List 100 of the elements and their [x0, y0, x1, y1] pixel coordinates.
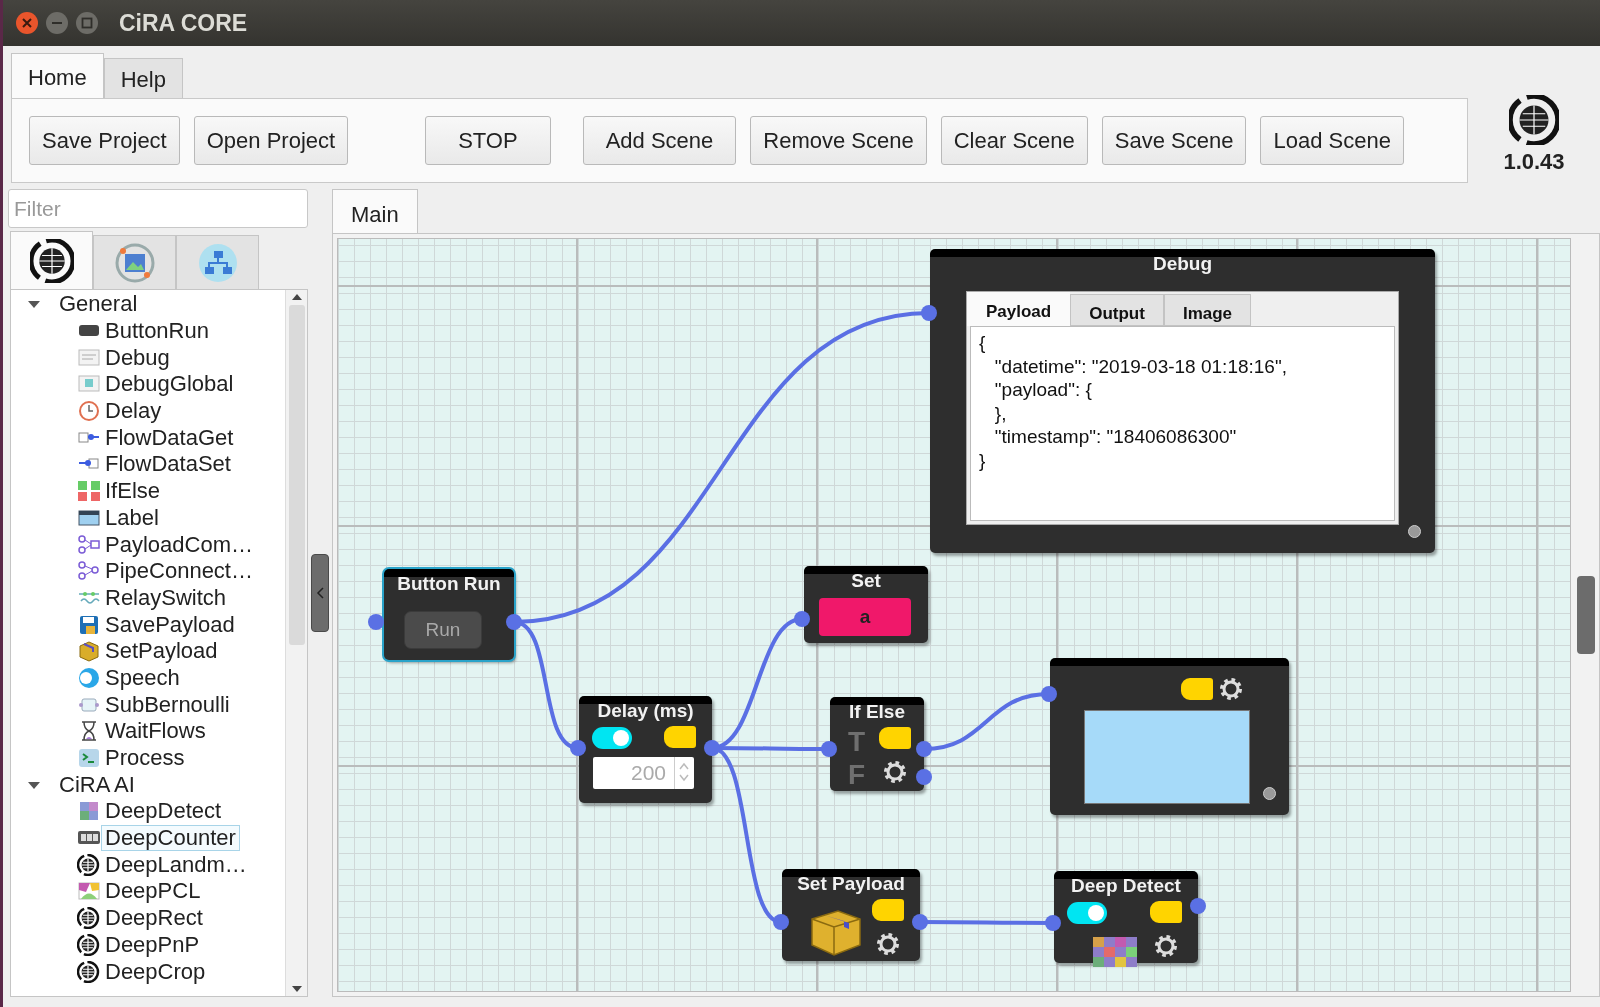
resize-handle[interactable] — [1263, 787, 1276, 800]
tree-item[interactable]: DeepCounter — [101, 825, 240, 852]
toolbar-button[interactable]: Open Project — [193, 116, 349, 165]
tree-item[interactable]: RelaySwitch — [101, 584, 231, 611]
scroll-handle[interactable] — [1577, 576, 1595, 654]
scroll-down-icon[interactable] — [290, 985, 303, 993]
connector-dot[interactable] — [916, 769, 932, 785]
connector-dot[interactable] — [368, 614, 384, 630]
toolbar-button[interactable]: Add Scene — [582, 116, 737, 165]
tree-item[interactable]: FlowDataSet — [101, 451, 235, 478]
tree-item[interactable]: SavePayload — [101, 611, 239, 638]
connector-dot[interactable] — [570, 740, 586, 756]
tree-item[interactable]: PayloadCom… — [101, 531, 257, 558]
chevron-icon — [316, 587, 324, 599]
node-title: Debug — [1151, 252, 1214, 276]
tag-icon — [879, 727, 911, 749]
connector-dot[interactable] — [916, 741, 932, 757]
minimize-icon[interactable] — [45, 11, 69, 35]
tree-item[interactable]: Process — [101, 745, 189, 772]
connector-dot[interactable] — [506, 614, 522, 630]
settings-icon[interactable] — [1153, 933, 1179, 959]
tree-item[interactable]: Delay — [101, 398, 166, 425]
tree-item[interactable]: DeepDetect — [101, 798, 226, 825]
tree-item[interactable]: Speech — [101, 664, 184, 691]
menu-tab[interactable]: Home — [11, 53, 104, 98]
scrollbar[interactable] — [285, 290, 307, 996]
version-label: 1.0.43 — [1503, 147, 1565, 176]
flow-node[interactable]: Set Payload — [782, 869, 920, 961]
toolbar-button[interactable]: Load Scene — [1260, 116, 1404, 165]
toolbar-button[interactable]: Clear Scene — [940, 116, 1088, 165]
tree-item[interactable]: FlowDataGet — [101, 424, 238, 451]
nodes-icon — [77, 533, 101, 556]
value-field[interactable]: a — [819, 598, 911, 636]
flow-node[interactable]: Debug Payload Output Image { "datetime": "2019-03-18 01:18:16", "payload": { }, "timestamp": "18406086300" } — [930, 249, 1435, 553]
connector-dot[interactable] — [773, 914, 789, 930]
tree-item[interactable]: Debug — [101, 344, 174, 371]
settings-icon[interactable] — [1218, 676, 1244, 702]
maximize-icon[interactable] — [75, 11, 99, 35]
settings-icon[interactable] — [875, 931, 901, 957]
run-button[interactable]: Run — [404, 611, 482, 649]
node-title: If Else — [848, 700, 906, 724]
mosaic-icon — [77, 800, 101, 823]
tree-item[interactable]: DeepPCL — [101, 878, 205, 905]
box-icon — [808, 907, 864, 957]
connector-dot[interactable] — [1190, 898, 1206, 914]
tree-item[interactable]: WaitFlows — [101, 718, 210, 745]
tree-category[interactable]: CiRA AI — [55, 771, 139, 798]
scroll-thumb[interactable] — [288, 305, 305, 645]
toggle-switch[interactable] — [592, 727, 632, 749]
tree-item[interactable]: IfElse — [101, 478, 165, 505]
tree-item[interactable]: PipeConnect… — [101, 558, 257, 585]
toolbar-button[interactable]: STOP — [425, 116, 551, 165]
connector-dot[interactable] — [921, 305, 937, 321]
picture-icon — [77, 880, 101, 903]
menu-tab[interactable]: Help — [103, 58, 183, 98]
terminal-icon — [77, 747, 101, 770]
tree-item[interactable]: ButtonRun — [101, 318, 213, 345]
speech-icon — [77, 666, 101, 689]
scroll-up-icon[interactable] — [290, 293, 303, 301]
flow-node[interactable]: If Else T F — [830, 697, 924, 791]
tree-item[interactable]: SetPayload — [101, 638, 222, 665]
tree-item[interactable]: SubBernoulli — [101, 691, 234, 718]
flow-node[interactable]: Set a — [804, 566, 928, 643]
globe-icon — [77, 960, 101, 983]
toggle-switch[interactable] — [1067, 902, 1107, 924]
icon-tab[interactable] — [10, 231, 93, 289]
toolbar-button[interactable]: Save Scene — [1101, 116, 1247, 165]
tree-category[interactable]: General — [55, 291, 142, 318]
box-icon — [77, 640, 101, 663]
canvas-tab[interactable]: Main — [332, 189, 418, 233]
collapse-handle[interactable] — [311, 554, 329, 632]
flow-node[interactable]: Button Run Run — [384, 569, 514, 660]
tree-item[interactable]: Label — [101, 504, 163, 531]
flow-node[interactable]: Delay (ms) 200 — [579, 696, 712, 803]
tree-item[interactable]: DeepRect — [101, 905, 207, 932]
connector-dot[interactable] — [794, 611, 810, 627]
connector-dot[interactable] — [1041, 686, 1057, 702]
globe-icon — [29, 238, 74, 283]
close-icon[interactable] — [15, 11, 39, 35]
flow-node[interactable] — [1050, 658, 1289, 815]
connector-dot[interactable] — [1045, 915, 1061, 931]
resize-handle[interactable] — [1408, 525, 1421, 538]
connector-dot[interactable] — [821, 741, 837, 757]
toolbar-button[interactable]: Save Project — [29, 116, 180, 165]
panel-tab[interactable]: Payload — [967, 292, 1071, 326]
payload-text: { "datetime": "2019-03-18 01:18:16", "payload": { }, "timestamp": "18406086300" } — [970, 326, 1395, 521]
toolbar-button[interactable]: Remove Scene — [750, 116, 927, 165]
connector-dot[interactable] — [704, 740, 720, 756]
panel-tab[interactable]: Image — [1163, 294, 1252, 326]
node-title: Delay (ms) — [596, 699, 695, 723]
tree-item[interactable]: DebugGlobal — [101, 371, 238, 398]
panel-tab[interactable]: Output — [1070, 294, 1164, 326]
tree-item[interactable]: DeepPnP — [101, 931, 204, 958]
tag-icon — [1181, 678, 1213, 700]
connector-dot[interactable] — [912, 914, 928, 930]
settings-icon[interactable] — [882, 759, 908, 785]
tree-item[interactable]: DeepLandm… — [101, 851, 251, 878]
tree-item[interactable]: DeepCrop — [101, 958, 210, 985]
filter-field[interactable]: Filter — [8, 189, 308, 228]
node-title: Button Run — [396, 572, 502, 596]
